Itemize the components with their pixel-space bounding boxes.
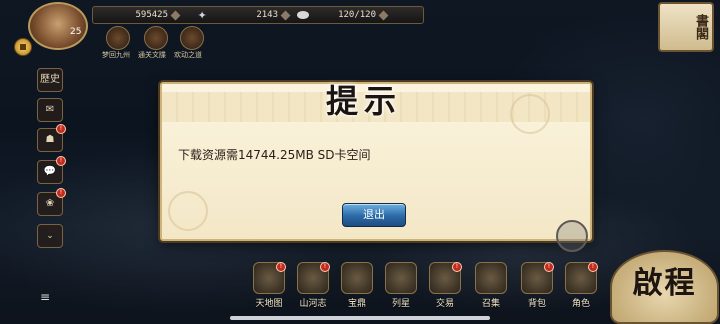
dialog-message: 下载资源需14744.25MB SD卡空间 bbox=[178, 148, 371, 162]
star-disc-icon bbox=[385, 262, 417, 294]
cloud-ornament-icon bbox=[168, 191, 208, 231]
nav-label: 交易 bbox=[435, 299, 454, 309]
dialog-title: 提示 bbox=[325, 82, 402, 120]
nav-trade[interactable]: 交易 ! bbox=[426, 262, 464, 312]
nav-cauldron[interactable]: 宝鼎 bbox=[338, 262, 376, 312]
nav-character[interactable]: 角色 ! bbox=[562, 262, 600, 312]
collapse-chevron-icon[interactable]: ⌄ bbox=[37, 224, 63, 248]
nav-stars[interactable]: 列星 bbox=[382, 262, 420, 312]
coins-add-icon[interactable] bbox=[170, 10, 181, 20]
player-level: 25 bbox=[70, 27, 82, 37]
star-gem-icon: ✦ bbox=[197, 8, 207, 22]
coin-icon bbox=[14, 38, 32, 56]
buff-pass-icon[interactable] bbox=[144, 26, 168, 50]
buff-dream-icon[interactable] bbox=[106, 26, 130, 50]
cloud-ornament-icon bbox=[510, 94, 550, 134]
nav-label: 天地图 bbox=[255, 299, 283, 309]
gems-value: 2143 bbox=[256, 10, 278, 20]
cauldron-icon bbox=[341, 262, 373, 294]
nav-badge: ! bbox=[276, 262, 286, 272]
nav-badge: ! bbox=[452, 262, 462, 272]
nav-summon[interactable]: 召集 bbox=[472, 262, 510, 312]
nav-label: 角色 bbox=[571, 299, 590, 309]
stamina-value: 120/120 bbox=[338, 10, 376, 20]
buff-motion-icon[interactable] bbox=[180, 26, 204, 50]
gems-add-icon[interactable] bbox=[280, 10, 291, 20]
nav-mountain-river[interactable]: 山河志 ! bbox=[294, 262, 332, 312]
menu-icon[interactable]: ≡ bbox=[40, 290, 54, 304]
stamina-icon bbox=[297, 11, 309, 19]
nav-label: 召集 bbox=[481, 299, 500, 309]
book-hall-button[interactable]: 書閣 bbox=[658, 2, 714, 52]
buff-label-2: 通关文牒 bbox=[138, 51, 166, 59]
stamina-add-icon[interactable] bbox=[378, 10, 389, 20]
nav-badge: ! bbox=[320, 262, 330, 272]
start-journey-button[interactable]: 啟程 bbox=[610, 250, 719, 324]
nav-label: 宝鼎 bbox=[347, 299, 366, 309]
nav-bag[interactable]: 背包 ! bbox=[518, 262, 556, 312]
history-button[interactable]: 歷史 bbox=[37, 68, 63, 92]
event-badge: ! bbox=[56, 188, 66, 198]
scroll-icon[interactable]: ✉ bbox=[37, 98, 63, 122]
coins-value: 595425 bbox=[135, 10, 168, 20]
buff-label-1: 梦回九州 bbox=[102, 51, 130, 59]
summon-icon bbox=[475, 262, 507, 294]
nav-badge: ! bbox=[588, 262, 598, 272]
nav-badge: ! bbox=[544, 262, 554, 272]
nav-map[interactable]: 天地图 ! bbox=[250, 262, 288, 312]
buff-label-3: 欢动之道 bbox=[174, 51, 202, 59]
nav-label: 山河志 bbox=[299, 299, 327, 309]
dialog-knob-ornament bbox=[556, 220, 588, 252]
team-badge: ! bbox=[56, 124, 66, 134]
chat-badge: ! bbox=[56, 156, 66, 166]
nav-label: 列星 bbox=[391, 299, 410, 309]
exit-button[interactable]: 退出 bbox=[342, 203, 406, 227]
resource-bar: 595425 ✦ 2143 120/120 bbox=[92, 6, 424, 24]
system-home-indicator[interactable] bbox=[230, 316, 490, 320]
player-avatar[interactable] bbox=[28, 2, 88, 50]
nav-label: 背包 bbox=[527, 299, 546, 309]
